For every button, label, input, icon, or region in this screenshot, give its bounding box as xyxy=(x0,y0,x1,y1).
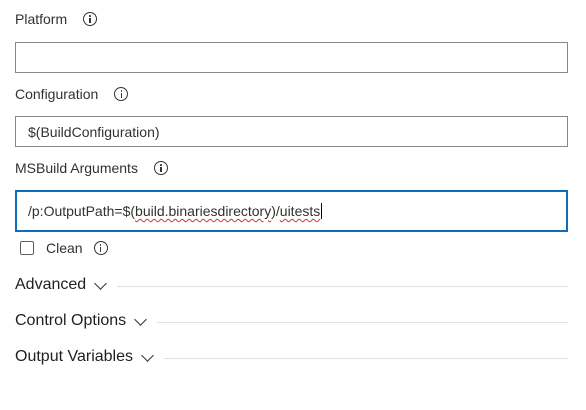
msbuild-arguments-label: MSBuild Arguments xyxy=(15,158,168,178)
section-advanced[interactable]: Advanced xyxy=(15,274,568,296)
configuration-label-text: Configuration xyxy=(15,86,99,102)
chevron-down-icon xyxy=(94,276,108,290)
msbuild-arguments-value-prefix: /p:OutputPath=$( xyxy=(28,203,136,219)
configuration-input-value: $(BuildConfiguration) xyxy=(28,123,160,140)
text-caret xyxy=(321,203,323,219)
chevron-down-icon xyxy=(141,348,154,362)
clean-checkbox-row[interactable]: Clean xyxy=(20,239,108,257)
platform-label-text: Platform xyxy=(15,11,68,27)
msbuild-arguments-input[interactable]: /p:OutputPath=$(build.binariesdirectory)… xyxy=(15,190,568,232)
section-divider xyxy=(157,321,568,323)
chevron-down-icon xyxy=(134,312,148,326)
msbuild-arguments-label-text: MSBuild Arguments xyxy=(15,160,138,176)
configuration-label: Configuration xyxy=(15,84,129,104)
info-icon[interactable] xyxy=(83,12,98,26)
platform-label: Platform xyxy=(15,9,98,29)
section-control-options[interactable]: Control Options xyxy=(15,310,568,332)
clean-checkbox[interactable] xyxy=(20,241,34,255)
section-output-variables[interactable]: Output Variables xyxy=(15,346,568,368)
section-output-variables-title: Output Variables xyxy=(15,348,133,365)
clean-checkbox-label: Clean xyxy=(46,240,83,256)
section-control-options-title: Control Options xyxy=(15,312,127,329)
section-divider xyxy=(117,285,568,287)
section-advanced-title: Advanced xyxy=(15,276,87,293)
msbuild-arguments-value: /p:OutputPath=$(build.binariesdirectory)… xyxy=(28,203,320,219)
section-divider xyxy=(164,357,568,359)
info-icon[interactable] xyxy=(93,241,108,255)
msbuild-arguments-value-mid: )/ xyxy=(271,203,280,219)
configuration-input[interactable]: $(BuildConfiguration) xyxy=(15,116,568,147)
info-icon[interactable] xyxy=(114,87,129,101)
platform-input[interactable] xyxy=(15,42,568,73)
misspelled-word: uitests xyxy=(279,203,321,219)
misspelled-word: build.binariesdirectory xyxy=(135,203,272,219)
info-icon[interactable] xyxy=(153,161,168,175)
